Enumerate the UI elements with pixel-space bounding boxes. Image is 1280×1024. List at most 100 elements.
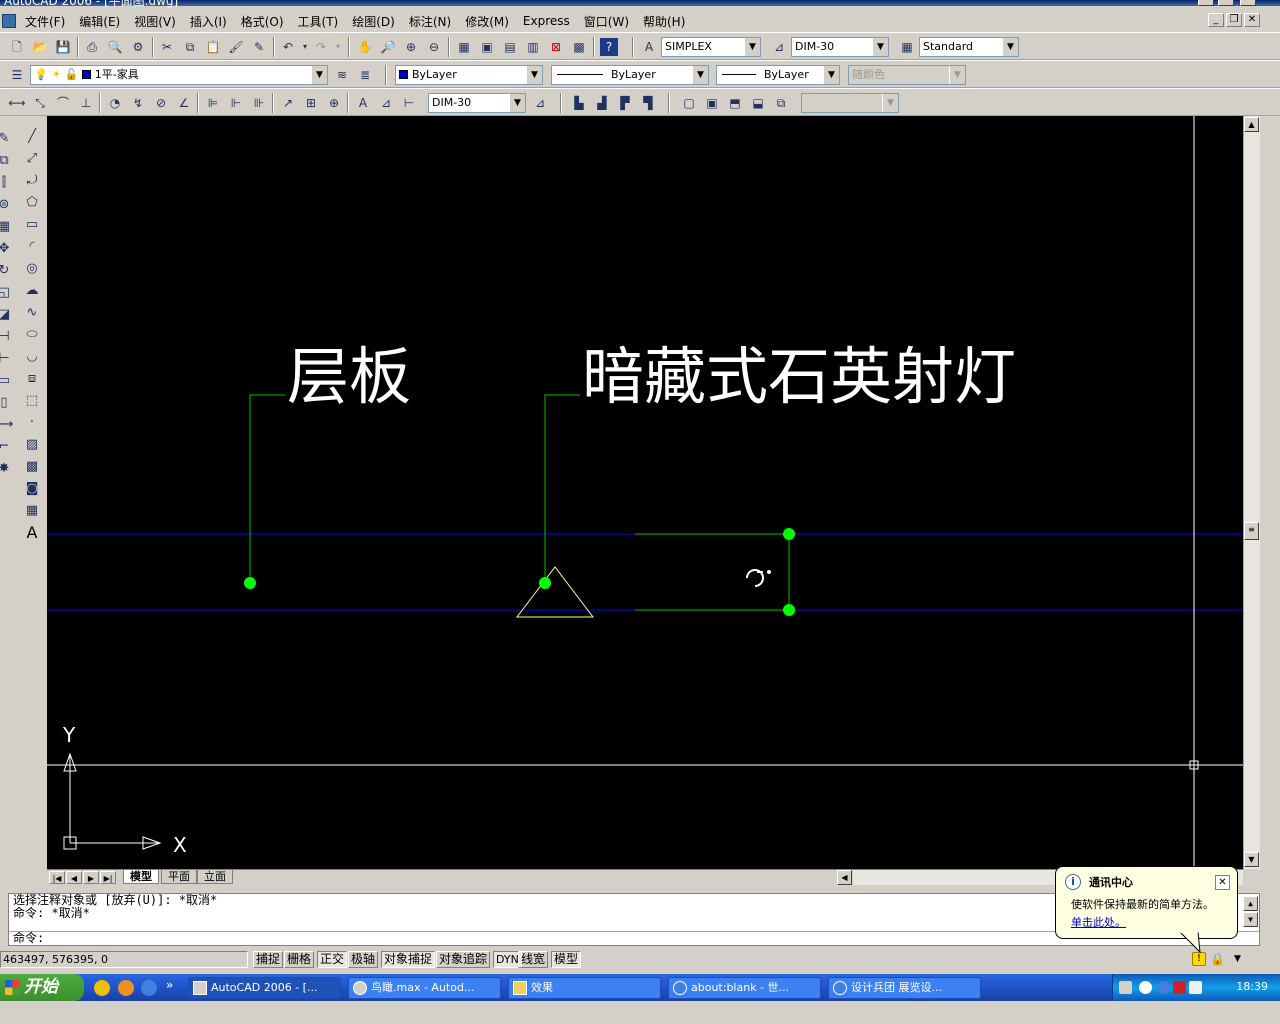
menu-express[interactable]: Express xyxy=(516,14,577,28)
task-browser-design[interactable]: 设计兵团 展览设... xyxy=(828,977,981,999)
layer-previous-icon[interactable]: ≣ xyxy=(356,66,374,84)
volume-icon[interactable] xyxy=(1189,981,1202,994)
tab-elevation[interactable]: 立面 xyxy=(197,870,233,884)
trim-icon[interactable]: ⊣ xyxy=(0,326,14,346)
viewport-scale-combo[interactable]: ▼ xyxy=(801,93,899,113)
clock[interactable]: 18:39 xyxy=(1236,980,1268,993)
save-icon[interactable]: 💾 xyxy=(54,38,72,56)
keyboard-icon[interactable] xyxy=(1119,981,1132,994)
shelf-outline[interactable] xyxy=(635,533,790,611)
polygonal-viewport-icon[interactable]: ⬒ xyxy=(726,94,744,112)
coordinate-display[interactable]: 463497, 576395, 0 xyxy=(0,951,248,968)
arc-icon[interactable]: ◜ xyxy=(22,236,42,256)
menu-format[interactable]: 格式(O) xyxy=(234,13,291,30)
dim-edit-icon[interactable]: A xyxy=(354,94,372,112)
zoom-previous-icon[interactable]: ⊖ xyxy=(425,38,443,56)
balloon-close-icon[interactable]: ✕ xyxy=(1215,875,1230,890)
tab-prev-icon[interactable]: ◀ xyxy=(66,871,82,884)
insert-block-icon[interactable]: ⧈ xyxy=(22,368,42,388)
publish-icon[interactable]: ⚙ xyxy=(129,38,147,56)
new-icon[interactable]: 🗋 xyxy=(8,38,26,56)
copy-object-icon[interactable]: ⧉ xyxy=(0,150,14,170)
warning-icon[interactable]: ! xyxy=(1192,952,1206,966)
grip-4[interactable] xyxy=(783,604,795,616)
model-toggle[interactable]: 模型 xyxy=(551,951,582,968)
calculator-icon[interactable]: ▩ xyxy=(570,38,588,56)
hatch-icon[interactable]: ▨ xyxy=(22,434,42,454)
doc-minimize-icon[interactable]: _ xyxy=(1208,13,1224,27)
ortho-toggle[interactable]: 正交 xyxy=(317,951,348,968)
qq-icon[interactable] xyxy=(94,980,110,996)
start-button[interactable]: 开始 xyxy=(0,974,84,1001)
grip-3[interactable] xyxy=(783,528,795,540)
polar-toggle[interactable]: 极轴 xyxy=(348,951,379,968)
otrack-toggle[interactable]: 对象追踪 xyxy=(436,951,491,968)
sheet-set-icon[interactable]: ▥ xyxy=(524,38,542,56)
text-style-icon[interactable]: A xyxy=(640,38,658,56)
redo-dropdown-icon[interactable]: ▾ xyxy=(333,38,343,56)
plot-icon[interactable]: ⎙ xyxy=(83,38,101,56)
menu-dimension[interactable]: 标注(N) xyxy=(402,13,458,30)
lineweight-combo[interactable]: ByLayer ▼ xyxy=(716,65,840,85)
menu-help[interactable]: 帮助(H) xyxy=(636,13,692,30)
tab-first-icon[interactable]: |◀ xyxy=(49,871,65,884)
stretch-icon[interactable]: ◪ xyxy=(0,304,14,324)
arc-length-icon[interactable]: ⌒ xyxy=(54,94,72,112)
jogged-dim-icon[interactable]: ↯ xyxy=(129,94,147,112)
close-button[interactable] xyxy=(1240,0,1256,6)
scale-icon[interactable]: ◱ xyxy=(0,282,14,302)
tool-palettes-icon[interactable]: ▤ xyxy=(501,38,519,56)
dim-style-combo[interactable]: DIM-30 ▼ xyxy=(791,37,889,57)
grip-1[interactable] xyxy=(244,577,256,589)
paste-icon[interactable]: 📋 xyxy=(204,38,222,56)
menu-view[interactable]: 视图(V) xyxy=(127,13,183,30)
make-block-icon[interactable]: ⬚ xyxy=(22,390,42,410)
zoom-window-icon[interactable]: ⊕ xyxy=(402,38,420,56)
cut-icon[interactable]: ✂ xyxy=(158,38,176,56)
tab-next-icon[interactable]: ▶ xyxy=(83,871,99,884)
circle-icon[interactable]: ◎ xyxy=(22,258,42,278)
browser-icon[interactable] xyxy=(141,980,157,996)
diameter-dim-icon[interactable]: ⊘ xyxy=(152,94,170,112)
undo-dropdown-icon[interactable]: ▾ xyxy=(300,38,310,56)
label-shelf[interactable]: 层板 xyxy=(287,340,411,413)
markup-icon[interactable]: ⊠ xyxy=(547,38,565,56)
bring-to-front-icon[interactable]: ▙ xyxy=(570,94,588,112)
polyline-icon[interactable]: ⤾ xyxy=(22,170,42,190)
scroll-left-icon[interactable]: ◀ xyxy=(837,870,852,885)
angular-dim-icon[interactable]: ∠ xyxy=(175,94,193,112)
erase-icon[interactable]: ✎ xyxy=(0,128,14,148)
table-style-icon[interactable]: ▦ xyxy=(898,38,916,56)
label-light[interactable]: 暗藏式石英射灯 xyxy=(582,340,1016,413)
viewport-icon[interactable]: ▢ xyxy=(680,94,698,112)
command-scroll-up-icon[interactable]: ▲ xyxy=(1243,896,1258,911)
tab-last-icon[interactable]: ▶| xyxy=(100,871,116,884)
ellipse-arc-icon[interactable]: ◡ xyxy=(22,346,42,366)
explode-icon[interactable]: ✸ xyxy=(0,458,14,478)
vertical-scrollbar[interactable]: ▲ ≡ ▼ xyxy=(1243,116,1260,869)
multiline-text-icon[interactable]: A xyxy=(22,522,42,542)
properties-icon[interactable]: ▦ xyxy=(455,38,473,56)
doc-restore-icon[interactable]: ❐ xyxy=(1226,13,1242,27)
tab-plan[interactable]: 平面 xyxy=(161,870,197,884)
quick-leader-icon[interactable]: ↗ xyxy=(279,94,297,112)
mirror-icon[interactable]: ⫿ xyxy=(0,172,14,192)
fillet-icon[interactable]: ⌐ xyxy=(0,436,14,456)
ellipse-icon[interactable]: ⬭ xyxy=(22,324,42,344)
continue-dim-icon[interactable]: ⊪ xyxy=(250,94,268,112)
open-icon[interactable]: 📂 xyxy=(31,38,49,56)
tab-model[interactable]: 模型 xyxy=(123,870,159,884)
center-mark-icon[interactable]: ⊕ xyxy=(325,94,343,112)
design-center-icon[interactable]: ▣ xyxy=(478,38,496,56)
construction-line-icon[interactable]: ⤢ xyxy=(22,148,42,168)
bring-above-icon[interactable]: ▛ xyxy=(616,94,634,112)
menu-edit[interactable]: 编辑(E) xyxy=(72,13,127,30)
line-icon[interactable]: ╱ xyxy=(22,126,42,146)
osnap-toggle[interactable]: 对象捕捉 xyxy=(381,951,436,968)
scroll-up-icon[interactable]: ▲ xyxy=(1244,117,1259,132)
redo-icon[interactable]: ↷ xyxy=(312,38,330,56)
menu-modify[interactable]: 修改(M) xyxy=(458,13,516,30)
linetype-combo[interactable]: ByLayer ▼ xyxy=(551,65,709,85)
tray-back-icon[interactable] xyxy=(1139,981,1152,994)
command-scroll-down-icon[interactable]: ▼ xyxy=(1243,912,1258,927)
